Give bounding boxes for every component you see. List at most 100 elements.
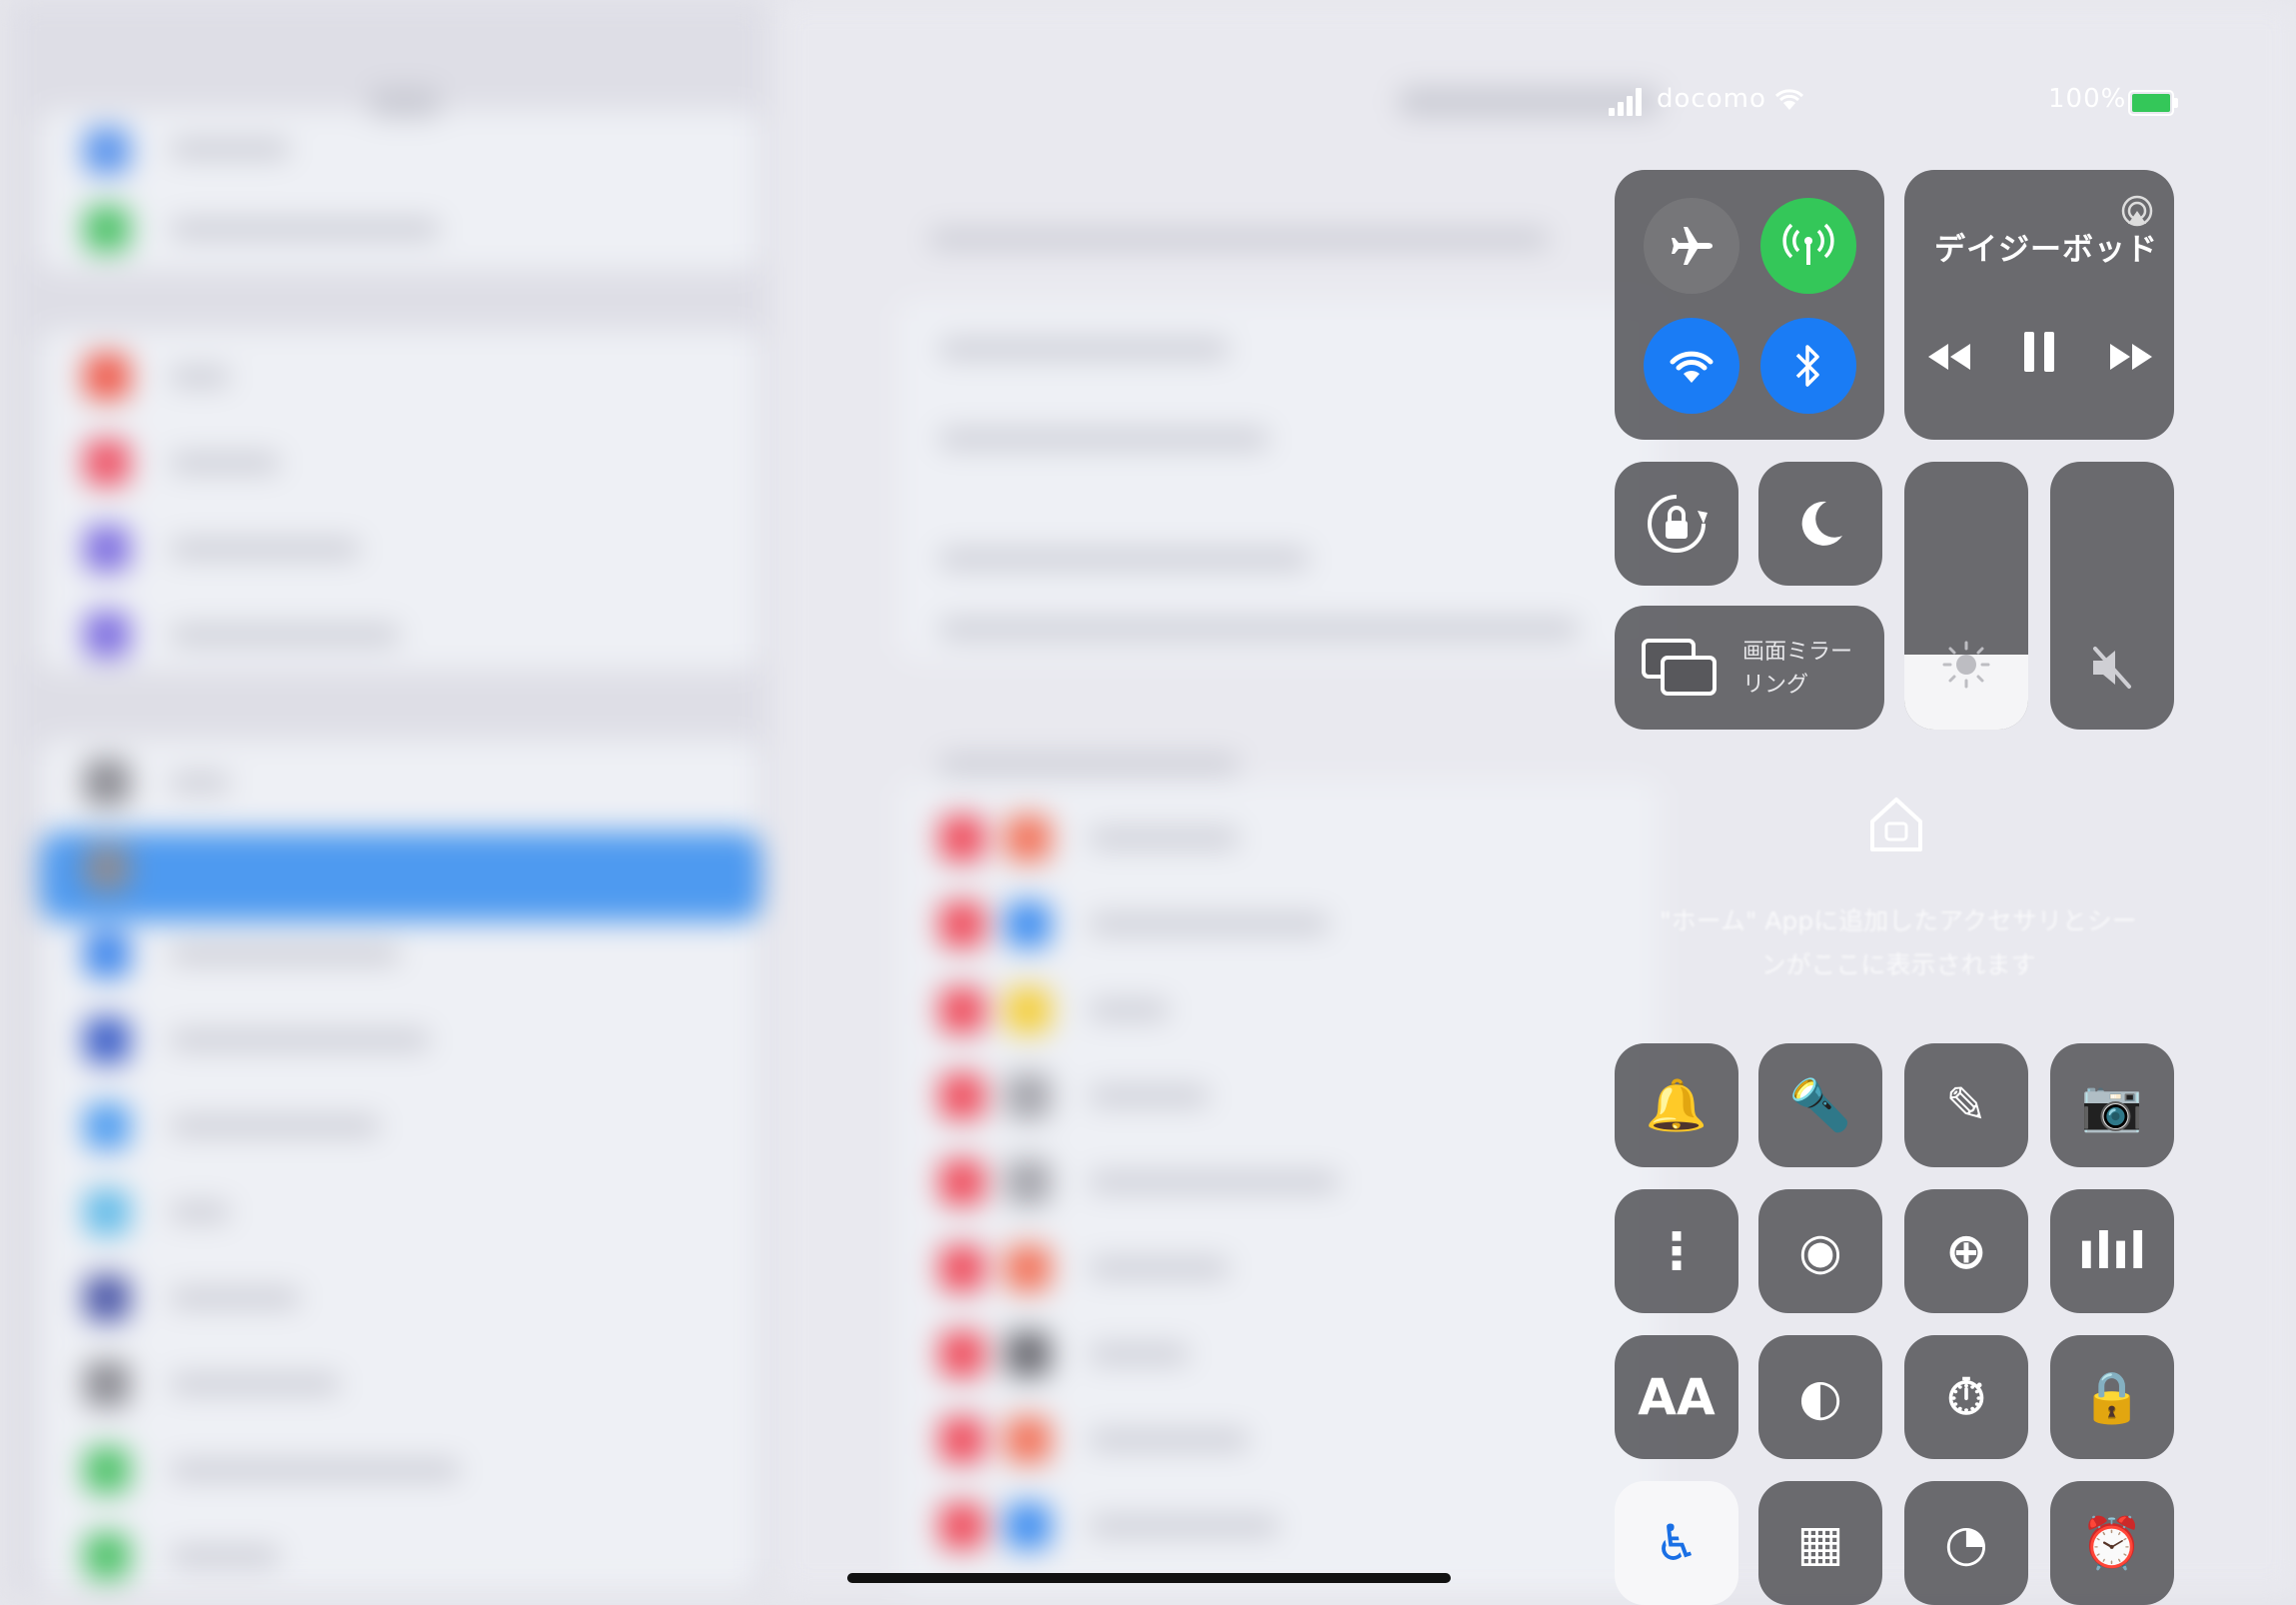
alarm-button[interactable]: ⏰ <box>2050 1481 2174 1605</box>
carrier-name: docomo <box>1657 84 1766 114</box>
voice-memo-icon: ılıl <box>2077 1222 2147 1280</box>
blurred-text <box>170 945 400 963</box>
blurred-text <box>929 230 1549 248</box>
battery-percent: 100% <box>2048 84 2127 114</box>
orientation-lock-button[interactable] <box>1615 462 1738 586</box>
battery-charging-icon <box>2128 90 2178 116</box>
brightness-slider[interactable] <box>1904 462 2028 730</box>
blurred-icon <box>1005 815 1051 861</box>
screen-mirroring-label: 画面ミラーリング <box>1742 640 1853 698</box>
sun-icon <box>1904 639 2028 702</box>
blurred-icon <box>939 1417 985 1463</box>
cellular-data-toggle[interactable] <box>1760 198 1856 294</box>
voice-memo-button[interactable]: ılıl <box>2050 1189 2174 1313</box>
accessibility-button[interactable]: ♿ <box>1615 1481 1738 1605</box>
screen-recording-button[interactable]: ◉ <box>1758 1189 1882 1313</box>
blurred-icon <box>84 1017 130 1063</box>
speaker-muted-icon <box>2050 645 2174 702</box>
camera-button[interactable]: 📷 <box>2050 1043 2174 1167</box>
blurred-icon <box>84 845 130 891</box>
blurred-group <box>40 110 759 270</box>
blurred-icon <box>1005 1245 1051 1291</box>
blurred-text <box>1089 1431 1249 1449</box>
blurred-icon <box>84 1447 130 1493</box>
blurred-icon <box>84 206 130 252</box>
blurred-text <box>1089 1087 1209 1105</box>
bluetooth-toggle[interactable] <box>1760 318 1856 414</box>
wifi-toggle[interactable] <box>1644 318 1739 414</box>
flashlight-button[interactable]: 🔦 <box>1758 1043 1882 1167</box>
qr-code-scanner-button[interactable]: ▦ <box>1758 1481 1882 1605</box>
blurred-icon <box>1005 1417 1051 1463</box>
home-indicator[interactable] <box>847 1573 1451 1583</box>
blurred-icon <box>939 1159 985 1205</box>
blurred-icon <box>84 1533 130 1579</box>
blurred-text <box>1089 915 1329 933</box>
timer-icon: ⏱ <box>1946 1367 1986 1426</box>
blurred-icon <box>939 1331 985 1377</box>
blurred-text <box>1089 829 1239 847</box>
stopwatch-button[interactable]: ◔ <box>1904 1481 2028 1605</box>
do-not-disturb-button[interactable] <box>1758 462 1882 586</box>
blurred-icon <box>84 760 130 805</box>
airplane-icon <box>1672 227 1713 265</box>
apple-tv-remote-icon: ⋮ <box>1652 1222 1702 1280</box>
blurred-icon <box>939 1073 985 1119</box>
screen-recording-icon: ◉ <box>1798 1222 1842 1280</box>
blurred-icon <box>84 1189 130 1235</box>
text-size-icon: AA <box>1638 1368 1716 1426</box>
notes-icon: ✎ <box>1945 1076 1987 1134</box>
blurred-icon <box>1005 987 1051 1033</box>
blurred-text <box>170 540 360 558</box>
airplane-mode-toggle[interactable] <box>1644 198 1739 294</box>
magnifier-button[interactable]: ⊕ <box>1904 1189 2028 1313</box>
bell-button[interactable]: 🔔 <box>1615 1043 1738 1167</box>
blurred-icon <box>939 1503 985 1549</box>
blurred-text <box>939 756 1239 774</box>
wifi-icon <box>1670 351 1714 383</box>
blurred-icon <box>1005 1159 1051 1205</box>
blurred-icon <box>939 1245 985 1291</box>
blurred-icon <box>84 440 130 486</box>
blurred-icon <box>1005 1331 1051 1377</box>
blurred-icon <box>84 1361 130 1407</box>
blurred-icon <box>84 1275 130 1321</box>
rewind-icon[interactable] <box>1926 336 1972 382</box>
blurred-icon <box>939 815 985 861</box>
blurred-text <box>1089 1345 1189 1363</box>
bluetooth-icon <box>1795 345 1819 387</box>
blurred-group <box>40 330 759 670</box>
blurred-text <box>170 1547 280 1565</box>
alarm-icon: ⏰ <box>2080 1513 2144 1572</box>
blurred-text <box>170 454 280 472</box>
blurred-icon <box>84 354 130 400</box>
screen-mirroring-icon <box>1641 638 1719 702</box>
blurred-text <box>170 626 400 644</box>
notes-button[interactable]: ✎ <box>1904 1043 2028 1167</box>
apple-tv-remote-button[interactable]: ⋮ <box>1615 1189 1738 1313</box>
volume-slider[interactable] <box>2050 462 2174 730</box>
guided-access-icon: 🔒 <box>2080 1367 2144 1426</box>
blurred-icon <box>84 526 130 572</box>
bell-icon: 🔔 <box>1645 1075 1709 1134</box>
fast-forward-icon[interactable] <box>2108 336 2154 382</box>
text-size-button[interactable]: AA <box>1615 1335 1738 1459</box>
blurred-text <box>170 1461 460 1479</box>
pause-icon[interactable] <box>2022 330 2056 384</box>
home-empty-message: "ホーム" Appに追加したアクセサリとシーンがここに表示されます <box>1660 906 2137 979</box>
dark-mode-icon: ◐ <box>1798 1368 1842 1426</box>
blurred-text <box>1089 1517 1279 1535</box>
blurred-text <box>170 140 290 158</box>
blurred-text <box>939 620 1579 638</box>
qr-code-scanner-icon: ▦ <box>1796 1514 1844 1572</box>
home-icon[interactable] <box>1864 792 1928 855</box>
blurred-text <box>170 220 440 238</box>
blurred-text <box>170 1117 380 1135</box>
guided-access-button[interactable]: 🔒 <box>2050 1335 2174 1459</box>
camera-icon: 📷 <box>2080 1075 2144 1134</box>
signal-icon <box>1609 88 1647 116</box>
timer-button[interactable]: ⏱ <box>1904 1335 2028 1459</box>
accessibility-icon: ♿ <box>1654 1514 1700 1572</box>
blurred-text <box>170 1375 340 1393</box>
dark-mode-button[interactable]: ◐ <box>1758 1335 1882 1459</box>
